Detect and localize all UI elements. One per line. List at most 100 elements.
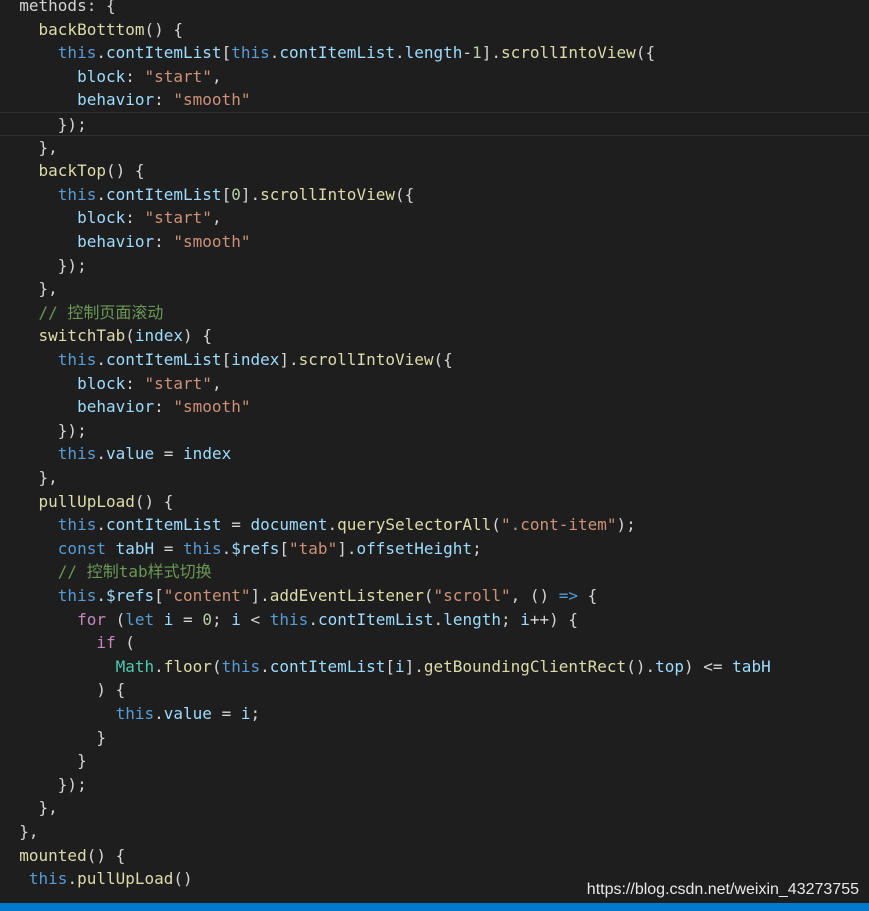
code-token: this — [269, 609, 309, 629]
code-token: ({ — [433, 350, 453, 369]
code-token: } — [0, 727, 106, 747]
code-token: - — [462, 43, 473, 63]
code-line[interactable]: block: "start", — [0, 372, 869, 396]
code-token: ]. — [279, 350, 299, 369]
code-token: 0 — [231, 184, 241, 204]
code-token: { — [173, 19, 184, 39]
code-line[interactable]: this.contItemList = document.querySelect… — [0, 513, 869, 537]
code-token: . — [96, 586, 106, 605]
code-line[interactable]: for (let i = 0; i < this.contItemList.le… — [0, 608, 869, 632]
code-line[interactable]: }); — [0, 773, 869, 797]
code-editor[interactable]: methods: { backBotttom() { this.contItem… — [0, 0, 869, 903]
code-line[interactable]: behavior: "smooth" — [0, 395, 869, 419]
code-token: index — [231, 350, 280, 369]
code-line[interactable]: switchTab(index) { — [0, 324, 869, 348]
code-token: [ — [154, 586, 164, 605]
code-line[interactable]: behavior: "smooth" — [0, 230, 869, 254]
code-token: = — [211, 704, 241, 723]
code-token: querySelectorAll — [337, 515, 492, 535]
code-line[interactable]: }, — [0, 820, 869, 844]
code-line[interactable]: this.value = index — [0, 442, 869, 466]
code-token: addEventListener — [269, 586, 424, 605]
code-token: length — [404, 43, 463, 63]
code-token: ( — [105, 609, 126, 629]
code-token: (). — [626, 656, 656, 676]
code-token: , — [211, 373, 222, 393]
code-token: }, — [0, 468, 58, 487]
code-token: ( — [423, 586, 434, 605]
code-line[interactable]: const tabH = this.$refs["tab"].offsetHei… — [0, 537, 869, 561]
code-token: . — [260, 656, 270, 676]
code-token: Math — [115, 656, 155, 676]
code-line[interactable]: block: "start", — [0, 65, 869, 89]
code-line[interactable]: backBotttom() { — [0, 18, 869, 42]
code-token: . — [96, 350, 106, 369]
code-token: { — [578, 586, 598, 605]
code-token: behavior — [77, 90, 155, 110]
code-token: this — [57, 586, 97, 605]
code-token: switchTab — [38, 326, 126, 346]
code-token: index — [183, 444, 232, 464]
code-token: : — [154, 397, 174, 417]
code-line[interactable]: block: "start", — [0, 206, 869, 230]
code-line[interactable]: behavior: "smooth" — [0, 88, 869, 112]
code-token: contItemList — [317, 609, 434, 629]
code-token: contItemList — [105, 43, 222, 63]
code-line[interactable]: mounted() { — [0, 844, 869, 868]
code-token: ( — [115, 633, 135, 653]
code-token: scrollIntoView — [298, 350, 434, 369]
code-token: }); — [0, 774, 87, 794]
code-line[interactable]: }, — [0, 466, 869, 490]
code-line[interactable]: }, — [0, 796, 869, 820]
code-line[interactable]: this.contItemList[this.contItemList.leng… — [0, 41, 869, 65]
code-token: scrollIntoView — [260, 184, 395, 204]
code-line[interactable]: // 控制tab样式切换 — [0, 560, 869, 584]
code-token: this — [231, 43, 270, 63]
code-token: . — [96, 444, 106, 464]
code-line[interactable]: Math.floor(this.contItemList[i].getBound… — [0, 655, 869, 679]
code-line[interactable]: }); — [0, 112, 869, 136]
code-line[interactable]: pullUpLoad() { — [0, 490, 869, 514]
watermark-url: https://blog.csdn.net/weixin_43273755 — [586, 881, 859, 898]
code-line[interactable]: if ( — [0, 631, 869, 655]
code-token: : — [125, 66, 145, 86]
code-line[interactable]: } — [0, 726, 869, 750]
code-token: // 控制tab样式切换 — [57, 562, 212, 582]
code-token: ( — [211, 656, 222, 676]
code-line[interactable]: ) { — [0, 678, 869, 702]
code-token: const — [57, 538, 106, 558]
code-token: this — [183, 538, 222, 558]
code-token: $refs — [105, 586, 155, 605]
code-token: this — [57, 43, 97, 63]
code-token: }, — [0, 279, 58, 299]
code-line[interactable]: this.contItemList[0].scrollIntoView({ — [0, 183, 869, 207]
code-token: = — [221, 515, 251, 535]
code-line[interactable]: this.value = i; — [0, 702, 869, 726]
code-line[interactable]: } — [0, 749, 869, 773]
code-token: block — [77, 373, 126, 393]
code-line[interactable]: }, — [0, 277, 869, 301]
code-line[interactable]: methods: { — [0, 0, 869, 18]
code-line[interactable]: }); — [0, 419, 869, 443]
code-token: => — [558, 586, 579, 605]
code-line[interactable]: backTop() { — [0, 159, 869, 183]
code-token: "tab" — [289, 538, 338, 558]
code-token: contItemList — [105, 350, 222, 369]
code-line[interactable]: }, — [0, 136, 869, 160]
code-token: ) { — [0, 680, 126, 700]
status-bar[interactable] — [0, 903, 869, 911]
code-line[interactable]: this.contItemList[index].scrollIntoView(… — [0, 348, 869, 372]
code-token: : — [154, 90, 174, 110]
code-line[interactable]: }); — [0, 254, 869, 278]
code-line[interactable]: this.$refs["content"].addEventListener("… — [0, 584, 869, 608]
code-line[interactable]: // 控制页面滚动 — [0, 301, 869, 325]
